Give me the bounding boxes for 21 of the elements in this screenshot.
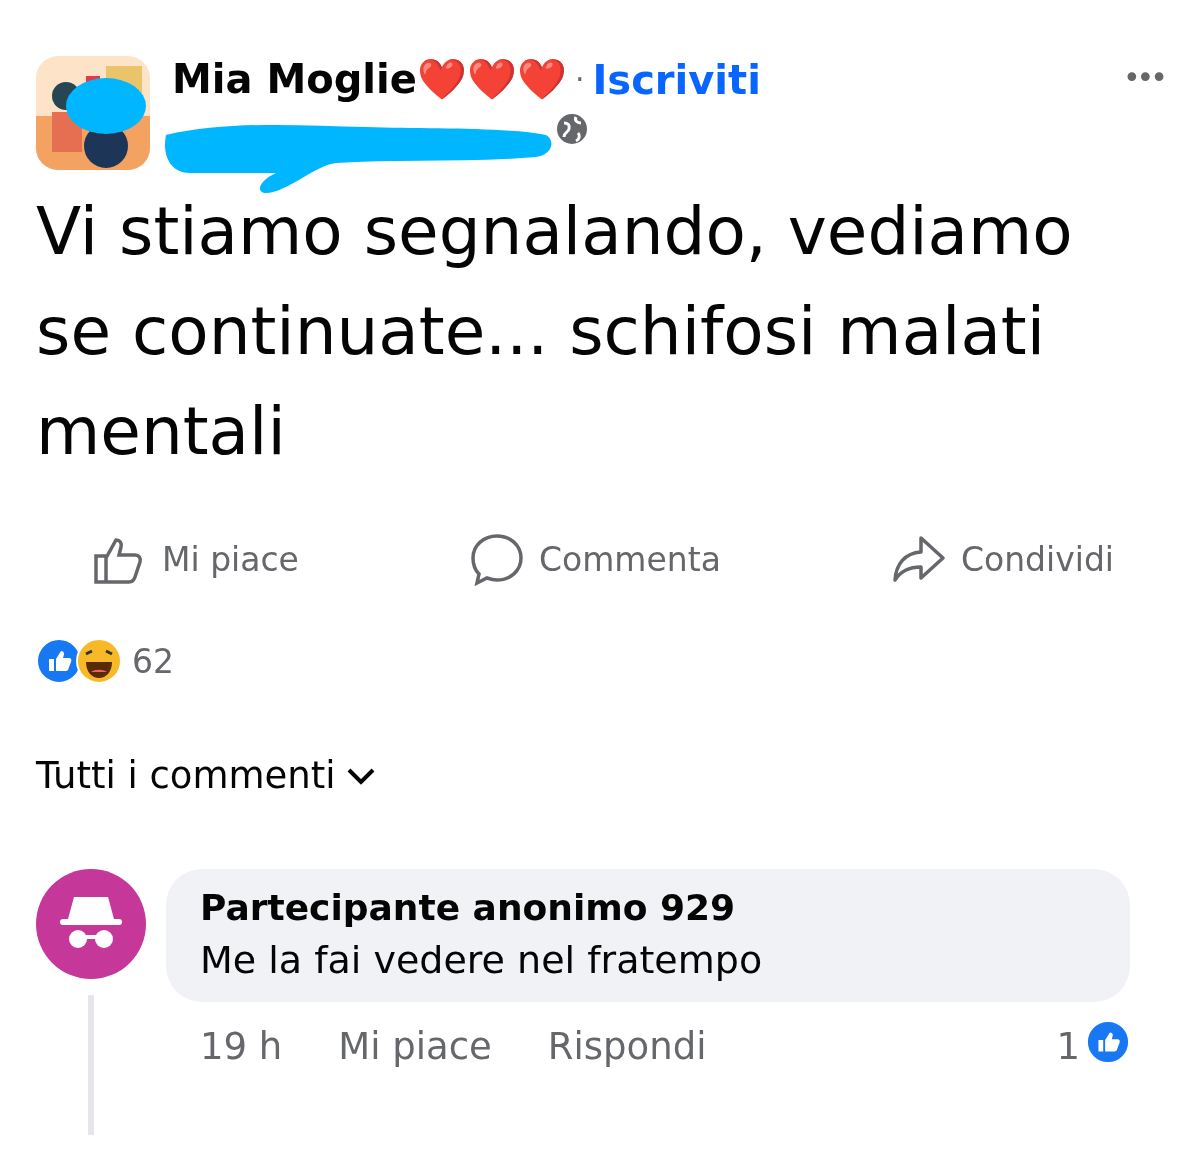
follow-link[interactable]: Iscriviti bbox=[592, 56, 761, 103]
more-options-button[interactable]: ••• bbox=[1122, 60, 1164, 95]
comment-time: 19 h bbox=[200, 1025, 283, 1068]
speech-bubble-icon bbox=[468, 532, 525, 586]
comment-like-button[interactable]: Mi piace bbox=[338, 1025, 492, 1068]
comment-author[interactable]: Partecipante anonimo 929 bbox=[200, 887, 1096, 928]
comment-like-count: 1 bbox=[1056, 1025, 1080, 1068]
share-button[interactable]: Condividi bbox=[890, 532, 1114, 586]
laughing-emoji-icon bbox=[76, 638, 122, 684]
comments-filter-dropdown[interactable]: Tutti i commenti bbox=[36, 754, 376, 797]
post-text: Vi stiamo segnalando, vediamo se continuate... schifosi malati mentali bbox=[36, 192, 1074, 472]
comment-text: Me la fai vedere nel fratempo bbox=[200, 938, 764, 982]
incognito-avatar-icon bbox=[36, 869, 146, 979]
reaction-count[interactable]: 62 bbox=[132, 641, 174, 681]
globe-icon bbox=[556, 113, 588, 145]
like-reaction-icon bbox=[1086, 1020, 1130, 1064]
separator-dot: · bbox=[574, 62, 585, 97]
comment-reply-button[interactable]: Rispondi bbox=[547, 1025, 707, 1068]
comment-button[interactable]: Commenta bbox=[468, 532, 721, 586]
like-button[interactable]: Mi piace bbox=[92, 532, 299, 586]
author-name[interactable]: Mia Moglie❤❤❤ bbox=[172, 56, 567, 103]
